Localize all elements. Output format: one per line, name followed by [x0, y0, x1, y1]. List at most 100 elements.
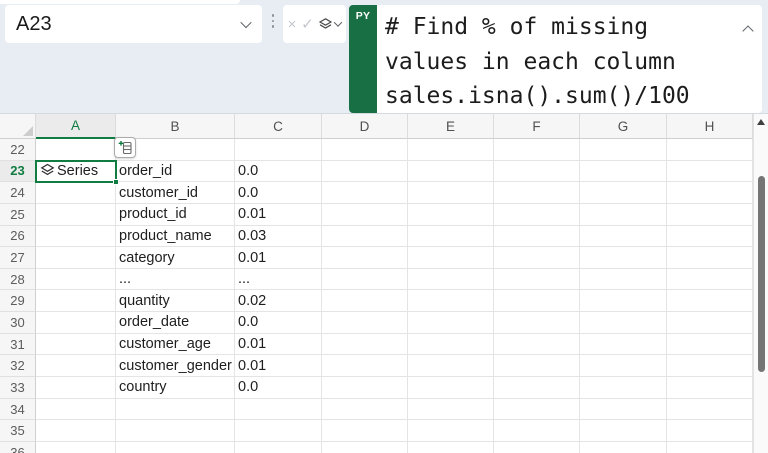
- cell-B35[interactable]: [116, 420, 235, 442]
- cell-E23[interactable]: [408, 161, 494, 183]
- cell-D36[interactable]: [322, 442, 408, 453]
- cell-C27[interactable]: 0.01: [235, 247, 322, 269]
- cell-G34[interactable]: [580, 399, 667, 421]
- cell-F33[interactable]: [494, 377, 580, 399]
- cell-D32[interactable]: [322, 355, 408, 377]
- cell-E26[interactable]: [408, 226, 494, 248]
- cell-B28[interactable]: ...: [116, 269, 235, 291]
- cell-C33[interactable]: 0.0: [235, 377, 322, 399]
- cell-B27[interactable]: category: [116, 247, 235, 269]
- cell-H32[interactable]: [667, 355, 753, 377]
- cell-E24[interactable]: [408, 182, 494, 204]
- cell-F22[interactable]: [494, 139, 580, 161]
- row-header-25[interactable]: 25: [0, 204, 36, 226]
- cell-H35[interactable]: [667, 420, 753, 442]
- cell-D29[interactable]: [322, 290, 408, 312]
- cell-B34[interactable]: [116, 399, 235, 421]
- chevron-down-icon[interactable]: [240, 17, 251, 28]
- cell-H22[interactable]: [667, 139, 753, 161]
- cell-A28[interactable]: [36, 269, 116, 291]
- confirm-button[interactable]: ✓: [301, 17, 314, 32]
- cell-D33[interactable]: [322, 377, 408, 399]
- cell-B33[interactable]: country: [116, 377, 235, 399]
- cell-C36[interactable]: [235, 442, 322, 453]
- cell-G22[interactable]: [580, 139, 667, 161]
- cell-C29[interactable]: 0.02: [235, 290, 322, 312]
- column-header-A[interactable]: A: [36, 114, 116, 139]
- name-box-value[interactable]: A23: [5, 13, 242, 36]
- cell-C23[interactable]: 0.0: [235, 161, 322, 183]
- cell-F36[interactable]: [494, 442, 580, 453]
- cell-B29[interactable]: quantity: [116, 290, 235, 312]
- cell-E30[interactable]: [408, 312, 494, 334]
- cell-H30[interactable]: [667, 312, 753, 334]
- cell-A32[interactable]: [36, 355, 116, 377]
- cell-G28[interactable]: [580, 269, 667, 291]
- row-header-33[interactable]: 33: [0, 377, 36, 399]
- cell-D31[interactable]: [322, 334, 408, 356]
- row-header-29[interactable]: 29: [0, 290, 36, 312]
- cell-A33[interactable]: [36, 377, 116, 399]
- row-header-32[interactable]: 32: [0, 355, 36, 377]
- cell-D30[interactable]: [322, 312, 408, 334]
- cell-C31[interactable]: 0.01: [235, 334, 322, 356]
- column-header-D[interactable]: D: [322, 114, 408, 139]
- cell-F29[interactable]: [494, 290, 580, 312]
- cell-D22[interactable]: [322, 139, 408, 161]
- cell-F24[interactable]: [494, 182, 580, 204]
- cell-C26[interactable]: 0.03: [235, 226, 322, 248]
- cell-A22[interactable]: [36, 139, 116, 161]
- cell-D35[interactable]: [322, 420, 408, 442]
- cell-D25[interactable]: [322, 204, 408, 226]
- column-header-C[interactable]: C: [235, 114, 322, 139]
- cell-E35[interactable]: [408, 420, 494, 442]
- row-header-30[interactable]: 30: [0, 312, 36, 334]
- cell-A29[interactable]: [36, 290, 116, 312]
- cell-B26[interactable]: product_name: [116, 226, 235, 248]
- cell-C34[interactable]: [235, 399, 322, 421]
- cell-E32[interactable]: [408, 355, 494, 377]
- cell-E27[interactable]: [408, 247, 494, 269]
- row-header-26[interactable]: 26: [0, 226, 36, 248]
- cell-E29[interactable]: [408, 290, 494, 312]
- cell-H27[interactable]: [667, 247, 753, 269]
- cell-H31[interactable]: [667, 334, 753, 356]
- cell-C22[interactable]: [235, 139, 322, 161]
- cell-F34[interactable]: [494, 399, 580, 421]
- cell-H33[interactable]: [667, 377, 753, 399]
- cell-F35[interactable]: [494, 420, 580, 442]
- cell-A31[interactable]: [36, 334, 116, 356]
- column-header-E[interactable]: E: [408, 114, 494, 139]
- cell-A35[interactable]: [36, 420, 116, 442]
- cell-A36[interactable]: [36, 442, 116, 453]
- select-all-corner[interactable]: [0, 114, 36, 139]
- cell-H36[interactable]: [667, 442, 753, 453]
- cell-F28[interactable]: [494, 269, 580, 291]
- cell-E33[interactable]: [408, 377, 494, 399]
- cell-A27[interactable]: [36, 247, 116, 269]
- vertical-dots-icon[interactable]: [269, 14, 277, 36]
- cell-G36[interactable]: [580, 442, 667, 453]
- column-header-G[interactable]: G: [580, 114, 667, 139]
- insert-data-button[interactable]: [114, 137, 136, 158]
- cell-G23[interactable]: [580, 161, 667, 183]
- cell-B36[interactable]: [116, 442, 235, 453]
- cell-F27[interactable]: [494, 247, 580, 269]
- cell-C28[interactable]: ...: [235, 269, 322, 291]
- row-header-28[interactable]: 28: [0, 269, 36, 291]
- cell-E25[interactable]: [408, 204, 494, 226]
- cell-D24[interactable]: [322, 182, 408, 204]
- cell-G29[interactable]: [580, 290, 667, 312]
- cell-E31[interactable]: [408, 334, 494, 356]
- cell-G31[interactable]: [580, 334, 667, 356]
- cell-C30[interactable]: 0.0: [235, 312, 322, 334]
- cell-A30[interactable]: [36, 312, 116, 334]
- cell-B31[interactable]: customer_age: [116, 334, 235, 356]
- cell-G27[interactable]: [580, 247, 667, 269]
- cell-F26[interactable]: [494, 226, 580, 248]
- cell-F25[interactable]: [494, 204, 580, 226]
- row-header-23[interactable]: 23: [0, 161, 36, 183]
- cell-G30[interactable]: [580, 312, 667, 334]
- column-header-B[interactable]: B: [116, 114, 235, 139]
- cell-D26[interactable]: [322, 226, 408, 248]
